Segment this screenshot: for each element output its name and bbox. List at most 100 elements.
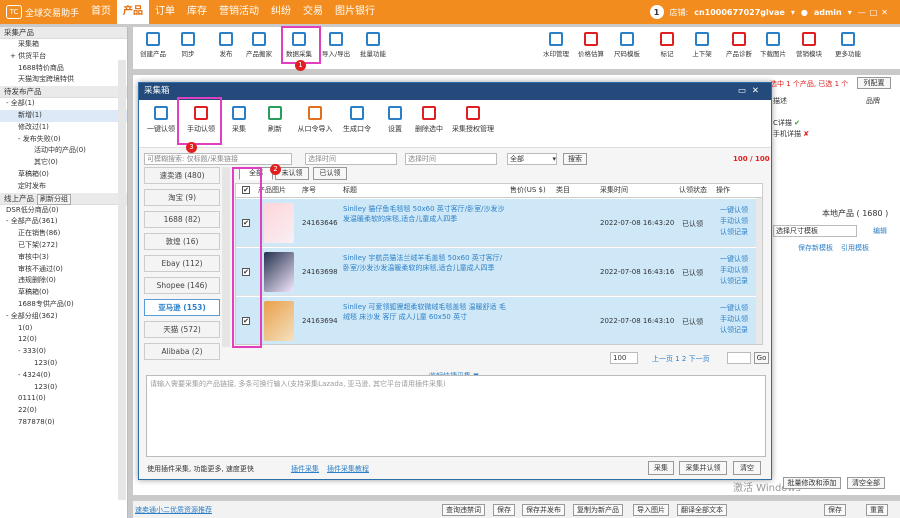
table-row[interactable]: ✔ 24163646 Sinlley 猫仔鱼毛毯毯 50x60 英寸客厅/卧室/沙发… (236, 199, 762, 247)
toolbar-button[interactable]: 产品诊断 (721, 30, 757, 58)
go-button[interactable]: Go (754, 352, 769, 364)
sidebar-item[interactable]: 其它(0) (0, 157, 127, 169)
chevron-down-icon[interactable]: ▾ (791, 8, 795, 17)
category-scrollbar[interactable] (222, 167, 230, 347)
nav-item[interactable]: 库存 (181, 0, 213, 24)
sidebar-item[interactable]: 草稿箱(0) (0, 287, 127, 299)
toolbar-button[interactable]: 营销模块 (791, 30, 827, 58)
window-controls[interactable]: —□✕ (858, 8, 892, 17)
toolbar-button[interactable]: 上下架 (684, 30, 720, 58)
list-config-button[interactable]: 列配置 (857, 77, 891, 89)
bottom-button[interactable]: 重置 (866, 504, 888, 516)
toolbar-button[interactable]: 批量功能 (355, 30, 391, 58)
modal-tool-button[interactable]: 删除选中 (409, 106, 449, 134)
sidebar-scrollbar[interactable] (118, 60, 126, 500)
bottom-button[interactable]: 保存 (493, 504, 515, 516)
sidebar-item[interactable]: 1688专供产品(0) (0, 299, 127, 311)
resource-link[interactable]: 速卖通小二优质资源推荐 (135, 505, 212, 515)
platform-category[interactable]: 1688 (82) (144, 211, 220, 228)
toolbar-button[interactable]: 下载图片 (755, 30, 791, 58)
batch-modify-button[interactable]: 批量修改和添加 (783, 477, 841, 489)
sidebar-item[interactable]: - 全部(1) (0, 98, 127, 110)
sidebar-item[interactable]: - 4324(0) (0, 370, 127, 382)
toolbar-button[interactable]: 导入/导出 (318, 30, 354, 58)
toolbar-button[interactable]: 尺码模板 (609, 30, 645, 58)
sidebar-item[interactable]: 天猫淘宝跨境特供 (0, 74, 127, 86)
nav-item[interactable]: 纠纷 (265, 0, 297, 24)
date-from-input[interactable]: 选择时间 (305, 153, 397, 165)
pager[interactable]: 上一页 1 2 下一页 (652, 354, 710, 364)
platform-category[interactable]: Shopee (146) (144, 277, 220, 294)
sidebar-item[interactable]: DSR低分商品(0) (0, 205, 127, 217)
product-thumbnail[interactable] (264, 301, 294, 341)
nav-item[interactable]: 营销活动 (213, 0, 265, 24)
nav-item[interactable]: 订单 (149, 0, 181, 24)
bottom-button[interactable]: 复制为新产品 (573, 504, 623, 516)
user-menu[interactable]: admin (814, 8, 842, 17)
row-title-link[interactable]: Sinlley 宇航员猫法兰绒羊毛盖毯 50x60 英寸客厅/卧室/沙发沙发温暖… (343, 253, 508, 291)
sidebar-item[interactable]: - 发布失败(0) (0, 134, 127, 146)
ref-template-link[interactable]: 引用模板 (841, 243, 869, 253)
sidebar-item[interactable]: 新增(1) (0, 109, 127, 122)
modal-tool-button[interactable]: 采集授权管理 (449, 106, 497, 134)
sidebar-item[interactable]: 正在销售(86) (0, 228, 127, 240)
toolbar-button[interactable]: 发布 (208, 30, 244, 58)
sidebar-item[interactable]: 787878(0) (0, 417, 127, 429)
chevron-down-icon[interactable]: ▾ (848, 8, 852, 17)
sidebar-item[interactable]: 活动中的产品(0) (0, 145, 127, 157)
nav-item[interactable]: 图片银行 (329, 0, 381, 24)
window-controls[interactable]: ▭✕ (738, 83, 765, 100)
table-row[interactable]: ✔ 24163694 Sinlley 可爱领狐狸超柔软微绒毛毯盖毯 温暖舒适 毛绒毯… (236, 297, 762, 344)
sidebar-item[interactable]: 123(0) (0, 382, 127, 394)
nav-item[interactable]: 产品 (117, 0, 150, 24)
size-template-select[interactable]: 选择尺寸模板 (773, 225, 857, 237)
row-action-link[interactable]: 认领记录 (720, 325, 748, 335)
toolbar-button[interactable]: 水印管理 (538, 30, 574, 58)
sidebar-item[interactable]: + 供货平台 (0, 51, 127, 63)
modal-tool-button[interactable]: 生成口令 (337, 106, 377, 134)
sidebar-item[interactable]: 1(0) (0, 323, 127, 335)
sidebar-item[interactable]: 草稿箱(0) (0, 169, 127, 181)
url-textarea[interactable]: 请输入需要采集的产品链接, 多条可换行输入(支持采集Lazada, 亚马逊, 其… (146, 375, 766, 457)
search-input[interactable]: 可模糊搜索: 仅标题/采集链接 (144, 153, 292, 165)
sidebar-item[interactable]: 0111(0) (0, 393, 127, 405)
sidebar-item[interactable]: 修改过(1) (0, 122, 127, 134)
sidebar-item[interactable]: 12(0) (0, 334, 127, 346)
sidebar-item[interactable]: - 全部分组(362) (0, 311, 127, 323)
store-select[interactable]: cn1000677027glvae (694, 8, 785, 17)
save-template-link[interactable]: 保存新模板 (798, 243, 833, 253)
platform-category[interactable]: 速卖通 (480) (144, 167, 220, 184)
row-title-link[interactable]: Sinlley 猫仔鱼毛毯毯 50x60 英寸客厅/卧室/沙发沙发温暖柔软的床毯… (343, 204, 508, 242)
sidebar-item[interactable]: 违规删除(0) (0, 275, 127, 287)
modal-tool-button[interactable]: 从口令导入 (295, 106, 335, 134)
sidebar-group-header[interactable]: 采集产品 (0, 27, 127, 39)
row-action-link[interactable]: 一键认领 (720, 254, 748, 264)
page-jump-input[interactable] (727, 352, 751, 364)
bottom-button[interactable]: 翻译全部文本 (677, 504, 727, 516)
filter-select[interactable]: 全部 ▾ (507, 153, 557, 165)
modal-tool-button[interactable]: 采集 (219, 106, 259, 134)
plugin-collect-link[interactable]: 插件采集 (291, 464, 319, 474)
toolbar-button[interactable]: 产品搬家 (241, 30, 277, 58)
clear-all-button[interactable]: 清空全部 (847, 477, 885, 489)
platform-category[interactable]: 淘宝 (9) (144, 189, 220, 206)
clear-button[interactable]: 清空 (733, 461, 761, 475)
row-action-link[interactable]: 一键认领 (720, 205, 748, 215)
bottom-button[interactable]: 保存并发布 (522, 504, 565, 516)
sidebar-item[interactable]: 123(0) (0, 358, 127, 370)
row-action-link[interactable]: 手动认领 (720, 265, 748, 275)
sidebar-group-header[interactable]: 待发布产品 (0, 86, 127, 99)
modal-tool-button[interactable]: 刷新 (255, 106, 295, 134)
platform-category[interactable]: 亚马逊 (153) (144, 299, 220, 316)
sidebar-item[interactable]: 审核中(3) (0, 252, 127, 264)
platform-category[interactable]: Ebay (112) (144, 255, 220, 272)
platform-category[interactable]: 天猫 (572) (144, 321, 220, 338)
sidebar-item[interactable]: 1688特价商品 (0, 63, 127, 75)
claim-tab[interactable]: 已认领 (313, 167, 347, 180)
sidebar-item[interactable]: 定时发布 (0, 181, 127, 193)
sidebar-group-header[interactable]: 线上产品 刷新分组 (0, 192, 127, 205)
row-action-link[interactable]: 认领记录 (720, 227, 748, 237)
bottom-button[interactable]: 保存 (824, 504, 846, 516)
sidebar-item[interactable]: - 全部产品(361) (0, 216, 127, 228)
nav-item[interactable]: 交易 (297, 0, 329, 24)
